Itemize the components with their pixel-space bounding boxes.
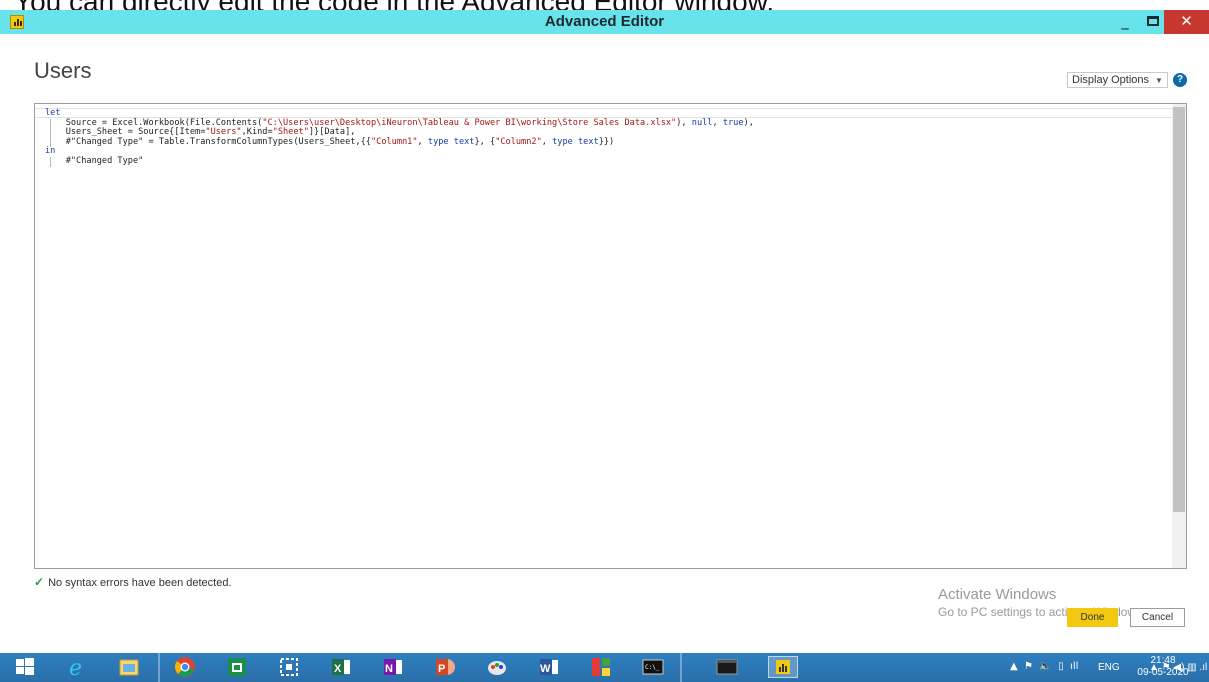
code-token: }}): [598, 136, 615, 147]
checkmark-icon: ✓: [34, 575, 45, 589]
snipping-tool-icon[interactable]: [278, 656, 300, 678]
display-options-dropdown[interactable]: Display Options ▼: [1067, 72, 1168, 88]
code-token: ,: [712, 117, 723, 128]
code-token: "Column2": [495, 136, 542, 147]
terminal-window-icon[interactable]: [716, 656, 738, 678]
taskbar: e X N P W C:\_ ▲ ⚑ ◀) ▥ .ıl ENG ▲ ⚑ 🔈 ▯ …: [0, 653, 1209, 682]
code-token: null: [691, 117, 713, 128]
chevron-down-icon: ▼: [1155, 76, 1163, 85]
code-token: let: [45, 108, 61, 118]
code-token: ,: [417, 136, 428, 147]
code-token: #"Changed Type": [45, 155, 144, 166]
code-token: in: [45, 146, 56, 157]
paint-icon[interactable]: [486, 656, 508, 678]
taskbar-separator: [158, 653, 160, 682]
code-line[interactable]: in: [45, 147, 1166, 157]
code-token: #"Changed Type" = Table.TransformColumnT…: [45, 136, 371, 147]
code-token: type text: [427, 136, 475, 147]
syntax-status-text: No syntax errors have been detected.: [48, 577, 232, 589]
code-line[interactable]: #"Changed Type" = Table.TransformColumnT…: [45, 136, 1166, 148]
cancel-button[interactable]: Cancel: [1130, 608, 1185, 627]
code-token: "Column1": [370, 136, 418, 147]
taskbar-clock[interactable]: 21:48 09-05-2020: [1128, 655, 1198, 679]
query-title: Users: [34, 58, 92, 83]
power-bi-taskbar-icon[interactable]: [768, 656, 798, 678]
maximize-icon: [1147, 16, 1159, 26]
onenote-icon[interactable]: N: [382, 656, 404, 678]
tray-language[interactable]: ENG: [1098, 662, 1120, 673]
title-bar: Advanced Editor _ ✕: [0, 10, 1209, 34]
code-token: true: [722, 117, 744, 128]
code-token: ),: [743, 117, 754, 128]
clock-time: 21:48: [1150, 655, 1176, 666]
window-title: Advanced Editor: [544, 13, 665, 30]
internet-explorer-icon[interactable]: e: [66, 656, 88, 681]
svg-text:W: W: [540, 663, 551, 675]
close-button[interactable]: ✕: [1164, 10, 1209, 34]
word-icon[interactable]: W: [538, 656, 560, 678]
file-explorer-icon[interactable]: [118, 656, 140, 678]
svg-text:X: X: [334, 663, 342, 675]
code-token: ,: [541, 136, 553, 147]
svg-text:N: N: [385, 663, 393, 675]
code-token: Users_Sheet = Source{[Item=: [45, 127, 206, 138]
code-token: ),: [676, 117, 692, 128]
code-token: "Sheet": [272, 127, 309, 138]
store-icon[interactable]: [226, 656, 248, 678]
command-prompt-icon[interactable]: C:\_: [642, 656, 664, 678]
syntax-status: ✓ No syntax errors have been detected.: [34, 575, 232, 589]
taskbar-separator: [680, 653, 682, 682]
powerpoint-icon[interactable]: P: [434, 656, 456, 678]
code-token: }, {: [474, 136, 496, 147]
code-text[interactable]: let Source = Excel.Workbook(File.Content…: [45, 108, 1166, 167]
svg-text:P: P: [438, 663, 445, 675]
code-token: ]}[Data],: [308, 127, 356, 138]
display-options-label: Display Options: [1072, 74, 1150, 86]
excel-icon[interactable]: X: [330, 656, 352, 678]
code-token: ,Kind=: [241, 127, 273, 138]
svg-text:e: e: [69, 656, 82, 678]
help-icon[interactable]: ?: [1173, 73, 1187, 87]
code-line[interactable]: #"Changed Type": [45, 155, 1166, 167]
watermark-title: Activate Windows: [938, 586, 1057, 603]
code-token: "C:\Users\user\Desktop\iNeuron\Tableau &…: [262, 117, 677, 128]
code-editor[interactable]: let Source = Excel.Workbook(File.Content…: [34, 103, 1187, 569]
done-button[interactable]: Done: [1067, 608, 1118, 627]
windows-start-icon[interactable]: [14, 656, 36, 678]
scrollbar-thumb[interactable]: [1173, 107, 1185, 512]
code-token: type text: [552, 136, 599, 147]
clock-date: 09-05-2020: [1137, 667, 1189, 678]
svg-text:C:\_: C:\_: [645, 664, 660, 671]
chrome-icon[interactable]: [174, 656, 196, 678]
vertical-scrollbar[interactable]: [1172, 104, 1186, 568]
colorful-app-icon[interactable]: [590, 656, 612, 678]
tray-system-icons[interactable]: ▲ ⚑ 🔈 ▯ ıll: [1010, 661, 1078, 672]
code-token: Source = Excel.Workbook(File.Contents(: [45, 117, 263, 128]
code-token: "Users": [205, 127, 242, 138]
